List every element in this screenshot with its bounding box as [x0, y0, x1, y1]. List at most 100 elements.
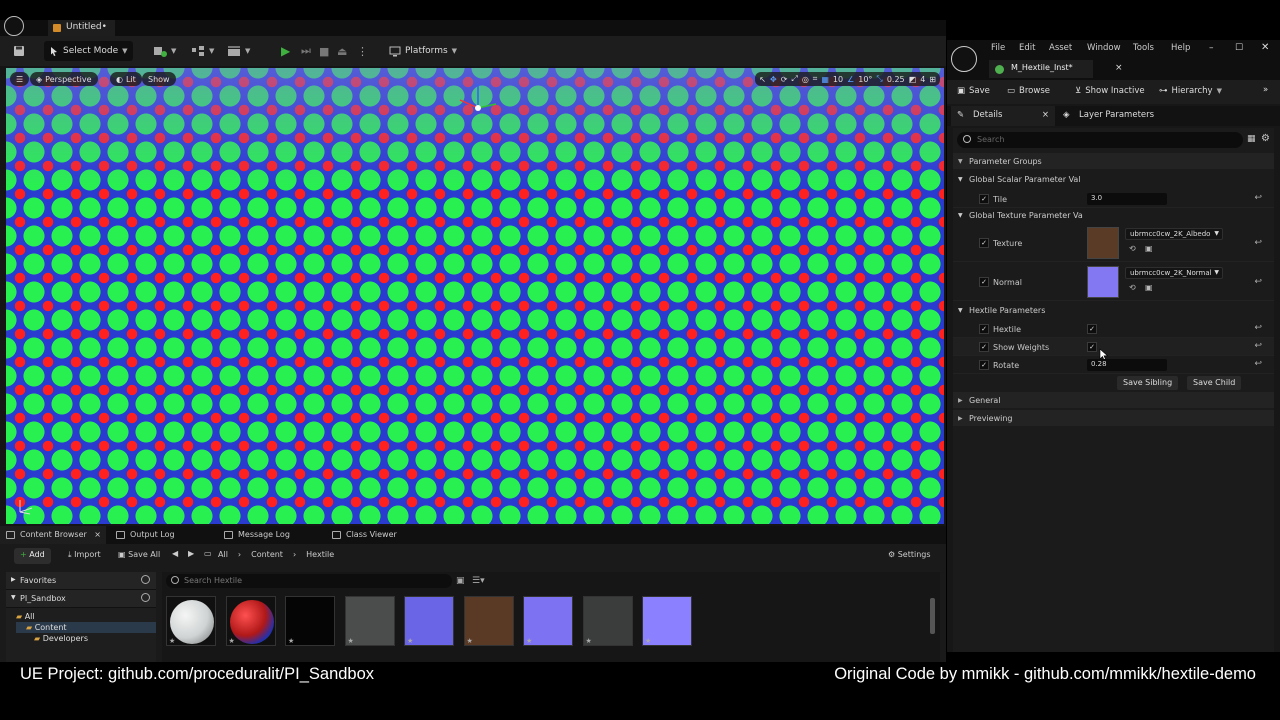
- translate-tool-icon[interactable]: ✥: [770, 75, 777, 84]
- show-dropdown[interactable]: Show: [142, 72, 176, 86]
- asset-tile[interactable]: ★: [285, 596, 335, 646]
- favorites-section[interactable]: ▶ Favorites: [6, 572, 156, 590]
- tab-layer-parameters[interactable]: ◈ Layer Parameters: [1057, 106, 1154, 126]
- normal-asset-picker[interactable]: ubrmcc0cw_2K_Normal ▼: [1125, 267, 1223, 279]
- browse-asset-icon[interactable]: ▣: [1145, 244, 1153, 253]
- grid-size-value[interactable]: 10: [833, 75, 843, 84]
- rotate-value-input[interactable]: 0.28: [1087, 359, 1167, 371]
- asset-search-input[interactable]: Search Hextile: [166, 574, 452, 588]
- browse-button[interactable]: ▭ Browse: [1007, 86, 1050, 96]
- close-window-icon[interactable]: ✕: [1261, 42, 1269, 53]
- save-level-button[interactable]: [8, 41, 30, 61]
- asset-tile[interactable]: ★: [344, 596, 395, 646]
- advance-frame-button[interactable]: ⏭: [296, 41, 316, 61]
- use-selected-icon[interactable]: ⟲: [1129, 244, 1136, 253]
- maximize-icon[interactable]: ☐: [1235, 43, 1243, 53]
- show-weights-enable-checkbox[interactable]: ✓: [979, 342, 989, 352]
- forward-button[interactable]: ▶: [188, 549, 194, 558]
- rotate-tool-icon[interactable]: ⟳: [781, 75, 788, 84]
- scalar-group-header[interactable]: ▼ Global Scalar Parameter Val: [953, 172, 1274, 188]
- tree-item-content[interactable]: ▰ Content: [16, 622, 156, 633]
- save-all-button[interactable]: ▣ Save All: [118, 550, 160, 559]
- favorite-star-icon[interactable]: ★: [288, 637, 294, 645]
- rotation-snap-value[interactable]: 10°: [858, 75, 872, 84]
- tree-item-developers[interactable]: ▰ Developers: [16, 633, 156, 644]
- menu-help[interactable]: Help: [1171, 43, 1190, 53]
- add-button[interactable]: + Add: [14, 548, 51, 564]
- scale-snap-value[interactable]: 0.25: [887, 75, 905, 84]
- breadcrumb-hextile[interactable]: Hextile: [306, 550, 334, 559]
- tab-output-log[interactable]: Output Log: [110, 526, 181, 544]
- material-instance-tab[interactable]: M_Hextile_Inst*: [989, 60, 1093, 78]
- cinematics-button[interactable]: ▼: [222, 41, 255, 61]
- unreal-logo-icon[interactable]: [951, 46, 977, 72]
- hextile-enable-checkbox[interactable]: ✓: [979, 324, 989, 334]
- reset-to-default-icon[interactable]: ↩: [1254, 323, 1262, 333]
- tab-details[interactable]: ✎ Details ×: [951, 106, 1055, 126]
- tab-content-browser[interactable]: Content Browser ×: [0, 526, 106, 544]
- show-inactive-button[interactable]: ⊻ Show Inactive: [1075, 86, 1145, 96]
- eject-button[interactable]: ⏏: [332, 41, 352, 61]
- tile-value-input[interactable]: 3.0: [1087, 193, 1167, 205]
- search-icon[interactable]: [141, 593, 150, 602]
- add-actor-button[interactable]: ▼: [148, 41, 181, 61]
- close-icon[interactable]: ×: [1042, 110, 1049, 120]
- gear-icon[interactable]: ⚙: [1261, 133, 1270, 144]
- scale-tool-icon[interactable]: ⤢: [791, 74, 797, 84]
- viewport-options-button[interactable]: ☰: [10, 72, 30, 86]
- reset-to-default-icon[interactable]: ↩: [1254, 193, 1262, 203]
- level-document-tab[interactable]: Untitled•: [48, 20, 115, 36]
- general-section-header[interactable]: ▶ General: [953, 392, 1274, 408]
- camera-speed-icon[interactable]: ◩: [909, 75, 917, 84]
- world-space-icon[interactable]: ◎: [802, 75, 809, 84]
- breadcrumb-content[interactable]: Content: [251, 550, 283, 559]
- favorite-star-icon[interactable]: ★: [586, 637, 592, 645]
- favorite-star-icon[interactable]: ★: [229, 637, 235, 645]
- perspective-dropdown[interactable]: ◈ Perspective: [30, 72, 98, 86]
- show-weights-value-checkbox[interactable]: ✓: [1087, 342, 1097, 352]
- browse-asset-icon[interactable]: ▣: [1145, 283, 1153, 292]
- reset-to-default-icon[interactable]: ↩: [1254, 277, 1262, 287]
- menu-tools[interactable]: Tools: [1133, 43, 1154, 53]
- menu-asset[interactable]: Asset: [1049, 43, 1072, 53]
- view-mode-dropdown[interactable]: ◐ Lit: [110, 72, 142, 86]
- back-button[interactable]: ◀: [172, 549, 178, 558]
- asset-tile[interactable]: ★: [404, 596, 454, 646]
- favorite-star-icon[interactable]: ★: [526, 637, 532, 645]
- texture-enable-checkbox[interactable]: ✓: [979, 238, 989, 248]
- table-view-icon[interactable]: ▦: [1247, 134, 1256, 144]
- use-selected-icon[interactable]: ⟲: [1129, 283, 1136, 292]
- tab-class-viewer[interactable]: Class Viewer: [326, 526, 403, 544]
- filter-icon[interactable]: ☰▾: [472, 576, 485, 586]
- parameter-groups-header[interactable]: ▼ Parameter Groups: [953, 153, 1274, 169]
- hextile-value-checkbox[interactable]: ✓: [1087, 324, 1097, 334]
- settings-button[interactable]: ⚙ Settings: [888, 550, 931, 559]
- play-button[interactable]: ▶: [276, 41, 295, 61]
- transform-gizmo[interactable]: [458, 82, 498, 118]
- blueprints-button[interactable]: ▼: [186, 41, 219, 61]
- tab-message-log[interactable]: Message Log: [218, 526, 296, 544]
- favorite-star-icon[interactable]: ★: [467, 637, 473, 645]
- play-options-button[interactable]: ⋮: [352, 41, 373, 61]
- minimize-icon[interactable]: –: [1209, 43, 1214, 53]
- surface-snap-icon[interactable]: ⌗: [813, 74, 818, 84]
- grid-snap-icon[interactable]: ▦: [821, 75, 829, 84]
- menu-edit[interactable]: Edit: [1019, 43, 1035, 53]
- save-search-icon[interactable]: ▣: [456, 576, 465, 586]
- rotation-snap-icon[interactable]: ∠: [847, 75, 854, 84]
- details-search-input[interactable]: Search: [957, 132, 1243, 148]
- select-mode-dropdown[interactable]: Select Mode ▼: [44, 41, 133, 61]
- project-section[interactable]: ▼ PI_Sandbox: [6, 590, 156, 608]
- close-icon[interactable]: ×: [1115, 63, 1123, 73]
- breadcrumb-all[interactable]: All: [218, 550, 228, 559]
- texture-group-header[interactable]: ▼ Global Texture Parameter Va: [953, 208, 1274, 224]
- tree-item-all[interactable]: ▰ All: [16, 611, 156, 622]
- scale-snap-icon[interactable]: ⤡: [876, 74, 882, 84]
- platforms-dropdown[interactable]: Platforms ▼: [384, 41, 462, 61]
- rotate-enable-checkbox[interactable]: ✓: [979, 360, 989, 370]
- texture-asset-picker[interactable]: ubrmcc0cw_2K_Albedo ▼: [1125, 228, 1223, 240]
- asset-tile[interactable]: ★: [166, 596, 216, 646]
- asset-tile[interactable]: ★: [582, 596, 633, 646]
- asset-tile[interactable]: ★: [642, 596, 692, 646]
- search-icon[interactable]: [141, 575, 150, 584]
